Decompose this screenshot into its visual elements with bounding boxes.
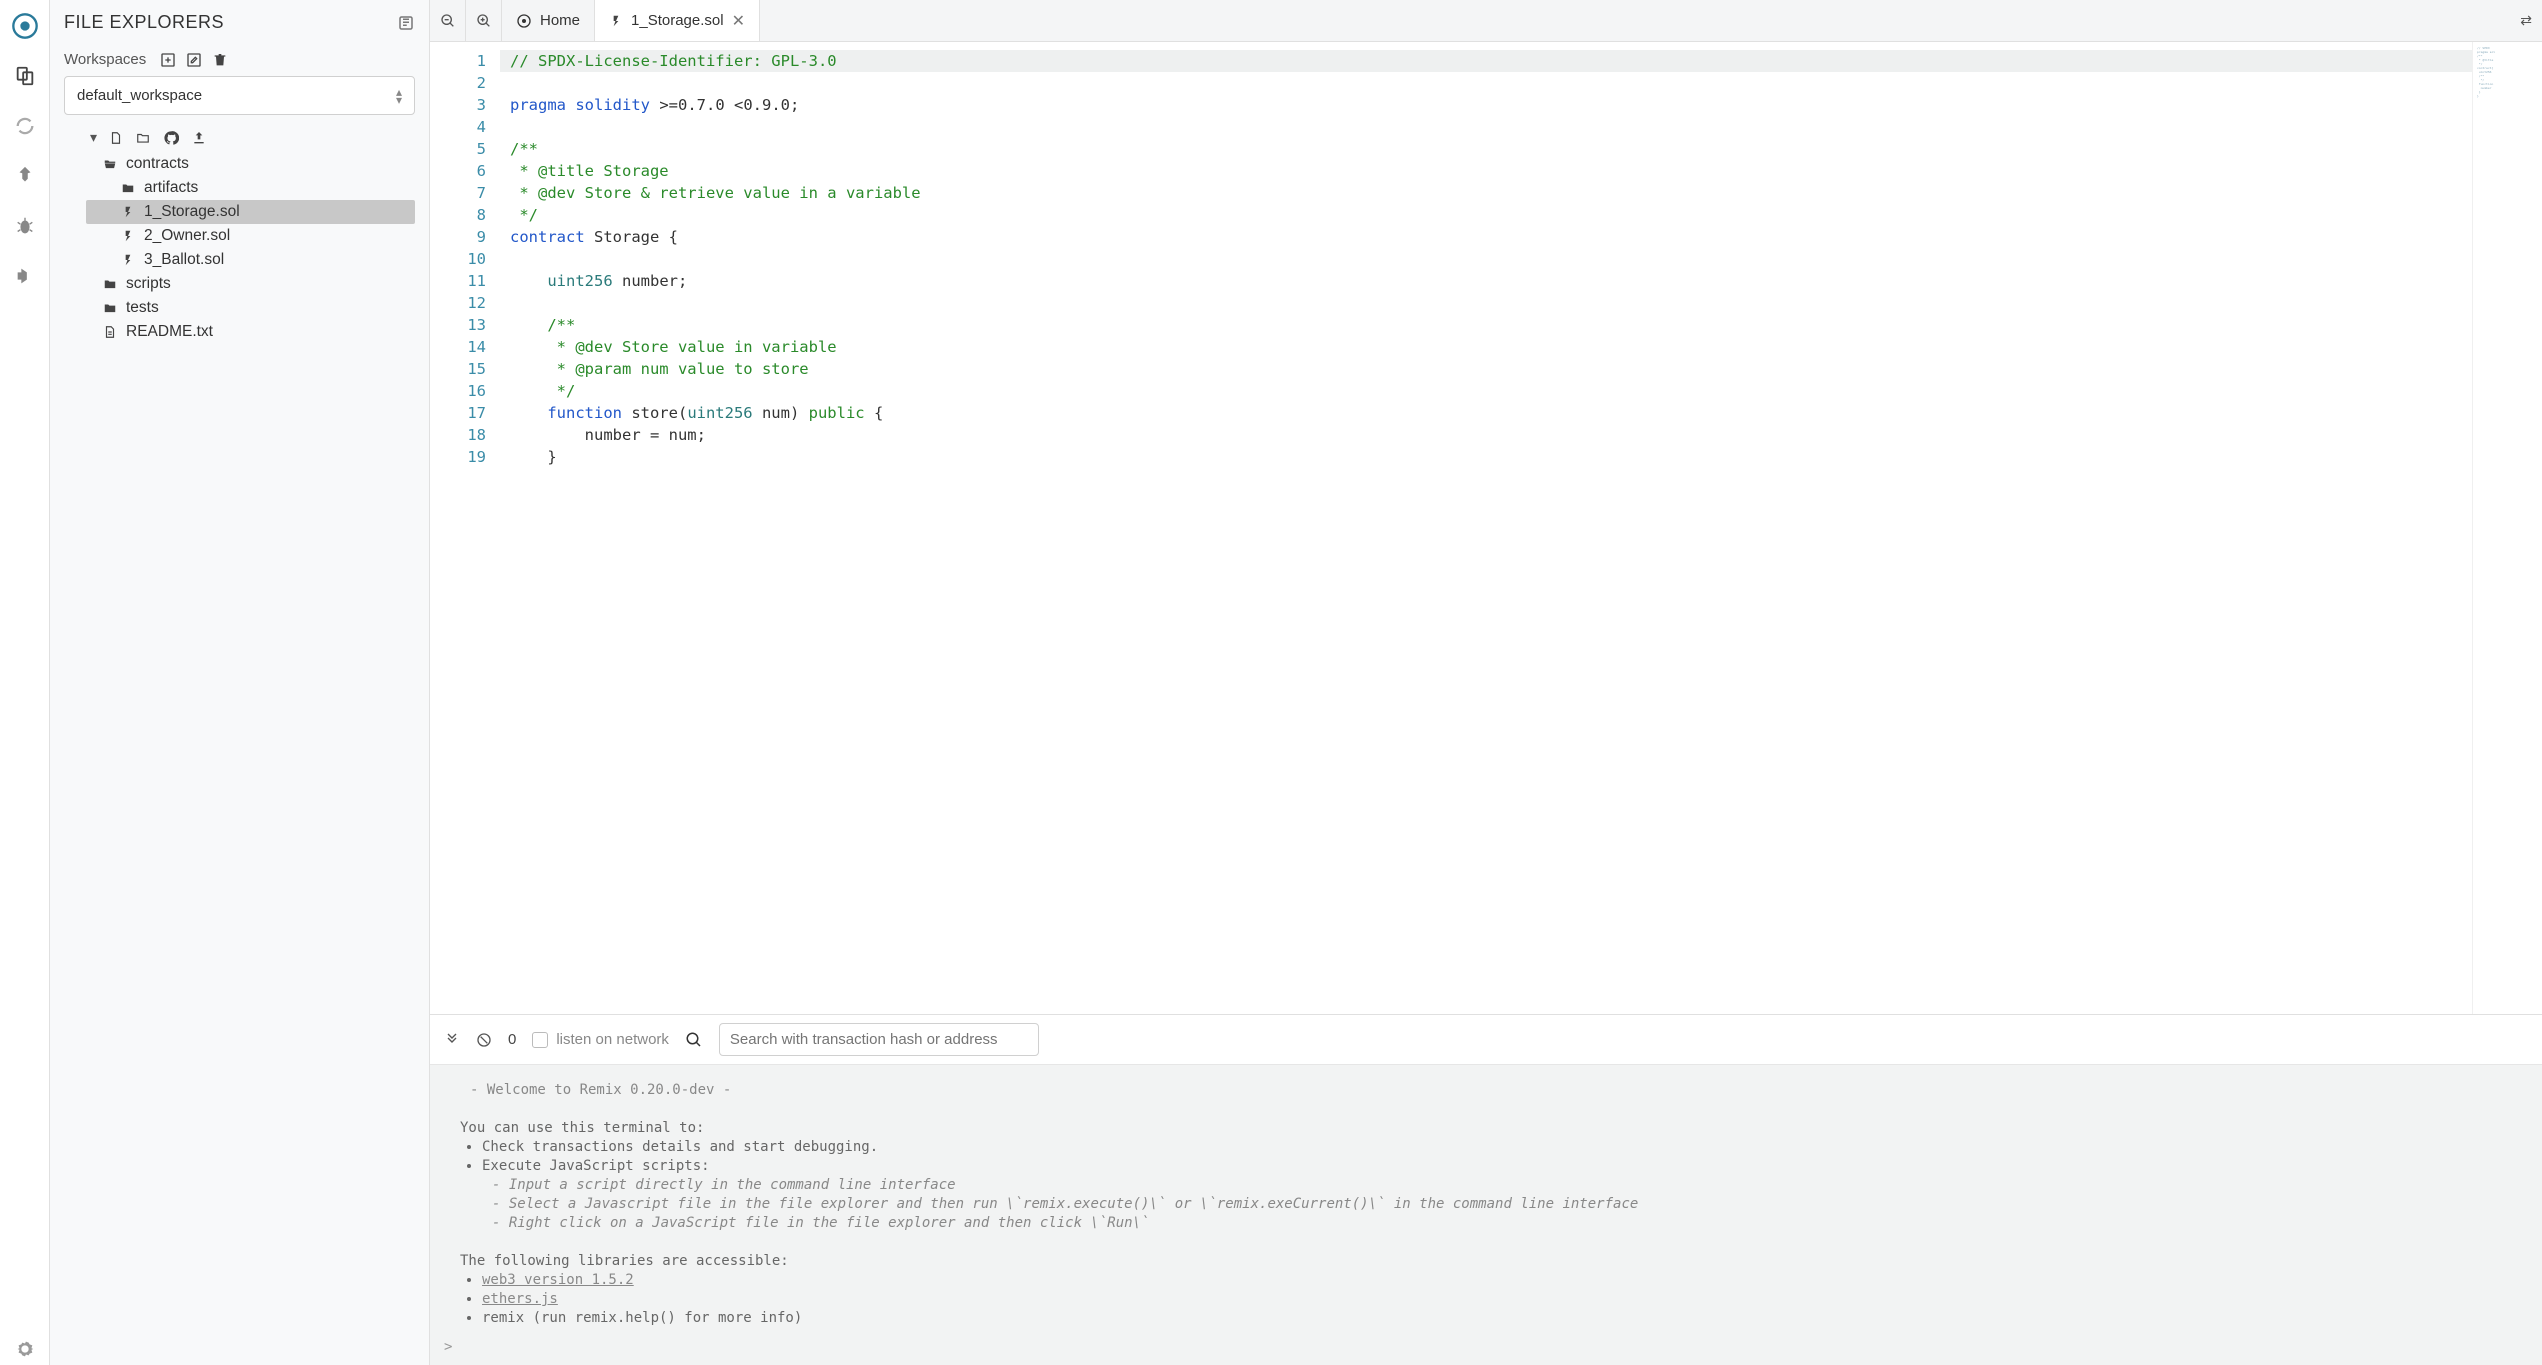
code-content[interactable]: // SPDX-License-Identifier: GPL-3.0 prag… bbox=[500, 42, 2472, 1014]
tree-item-label: artifacts bbox=[144, 179, 198, 197]
home-icon bbox=[516, 13, 532, 29]
folder-icon bbox=[120, 181, 136, 195]
workspaces-label: Workspaces bbox=[64, 51, 146, 68]
tree-item-label: 2_Owner.sol bbox=[144, 227, 230, 245]
file-icon bbox=[102, 325, 118, 339]
main-area: Home 1_Storage.sol ✕ ⇄ 123456789101112131… bbox=[430, 0, 2542, 1365]
tree-collapse-icon[interactable]: ▾ bbox=[90, 129, 97, 146]
search-icon[interactable] bbox=[685, 1031, 703, 1049]
panel-title: FILE EXPLORERS bbox=[64, 12, 224, 33]
code-editor[interactable]: 12345678910111213141516171819 // SPDX-Li… bbox=[430, 42, 2542, 1014]
terminal-hint: - Select a Javascript file in the file e… bbox=[492, 1195, 2512, 1214]
terminal-libs-intro: The following libraries are accessible: bbox=[460, 1252, 2512, 1271]
listen-network-checkbox[interactable] bbox=[532, 1032, 548, 1048]
tab-file[interactable]: 1_Storage.sol ✕ bbox=[595, 0, 760, 41]
tree-item[interactable]: contracts bbox=[86, 152, 415, 176]
delete-workspace-icon[interactable] bbox=[212, 52, 228, 68]
tree-item[interactable]: scripts bbox=[86, 272, 415, 296]
terminal-lib: web3 version 1.5.2 bbox=[482, 1271, 2512, 1290]
folder-icon bbox=[102, 277, 118, 291]
terminal-prompt[interactable]: > bbox=[430, 1335, 2542, 1365]
file-tree: contracts artifacts 1_Storage.sol 2_Owner.s… bbox=[64, 152, 415, 344]
workspace-selected-value: default_workspace bbox=[77, 87, 202, 104]
file-explorer-icon[interactable] bbox=[9, 60, 41, 92]
tree-item[interactable]: 2_Owner.sol bbox=[86, 224, 415, 248]
new-file-icon[interactable] bbox=[109, 131, 123, 145]
new-folder-icon[interactable] bbox=[135, 131, 151, 145]
deploy-icon[interactable] bbox=[9, 160, 41, 192]
tree-item[interactable]: 1_Storage.sol bbox=[86, 200, 415, 224]
tree-item-label: tests bbox=[126, 299, 159, 317]
tree-item[interactable]: artifacts bbox=[86, 176, 415, 200]
plugin-manager-icon[interactable] bbox=[9, 260, 41, 292]
activity-bar bbox=[0, 0, 50, 1365]
zoom-in-icon[interactable] bbox=[466, 0, 502, 42]
tab-home-label: Home bbox=[540, 12, 580, 29]
tree-item-label: scripts bbox=[126, 275, 171, 293]
terminal-bullet: Execute JavaScript scripts: bbox=[482, 1157, 2512, 1176]
tab-home[interactable]: Home bbox=[502, 0, 595, 41]
listen-network-label: listen on network bbox=[556, 1031, 669, 1048]
sol-icon bbox=[120, 205, 136, 219]
upload-icon[interactable] bbox=[191, 130, 207, 146]
terminal-intro: You can use this terminal to: bbox=[460, 1119, 2512, 1138]
tree-item-label: 3_Ballot.sol bbox=[144, 251, 224, 269]
tree-item[interactable]: 3_Ballot.sol bbox=[86, 248, 415, 272]
terminal-lib: remix (run remix.help() for more info) bbox=[482, 1309, 2512, 1328]
folder-icon bbox=[102, 301, 118, 315]
tree-item-label: README.txt bbox=[126, 323, 213, 341]
logo-icon[interactable] bbox=[9, 10, 41, 42]
tree-item[interactable]: README.txt bbox=[86, 320, 415, 344]
terminal-output[interactable]: - Welcome to Remix 0.20.0-dev - You can … bbox=[430, 1065, 2542, 1335]
workspace-select[interactable]: default_workspace ▴▾ bbox=[64, 76, 415, 115]
terminal-welcome: - Welcome to Remix 0.20.0-dev - bbox=[460, 1081, 2512, 1100]
tab-label: 1_Storage.sol bbox=[631, 12, 724, 29]
tree-item-label: contracts bbox=[126, 155, 189, 173]
line-gutter: 12345678910111213141516171819 bbox=[430, 42, 500, 1014]
github-icon[interactable] bbox=[163, 130, 179, 146]
panel-collapse-icon[interactable] bbox=[397, 14, 415, 32]
terminal-lib: ethers.js bbox=[482, 1290, 2512, 1309]
close-icon[interactable]: ✕ bbox=[732, 11, 745, 31]
tree-item-label: 1_Storage.sol bbox=[144, 203, 240, 221]
terminal-lib-link[interactable]: ethers.js bbox=[482, 1291, 558, 1307]
folder-open-icon bbox=[102, 157, 118, 171]
pending-tx-count: 0 bbox=[508, 1031, 516, 1048]
rename-workspace-icon[interactable] bbox=[186, 52, 202, 68]
debugger-icon[interactable] bbox=[9, 210, 41, 242]
terminal-toggle-icon[interactable] bbox=[444, 1032, 460, 1048]
terminal-clear-icon[interactable] bbox=[476, 1032, 492, 1048]
minimap[interactable]: // SPDX pragma sol /** * @title */ contr… bbox=[2472, 42, 2542, 1014]
terminal-hint: - Input a script directly in the command… bbox=[492, 1176, 2512, 1195]
sol-icon bbox=[120, 229, 136, 243]
terminal-panel: 0 listen on network - Welcome to Remix 0… bbox=[430, 1014, 2542, 1365]
file-explorer-panel: FILE EXPLORERS Workspaces default_worksp… bbox=[50, 0, 430, 1365]
terminal-lib-link[interactable]: web3 version 1.5.2 bbox=[482, 1272, 634, 1288]
chevron-updown-icon: ▴▾ bbox=[396, 88, 402, 104]
terminal-bullet: Check transactions details and start deb… bbox=[482, 1138, 2512, 1157]
terminal-toolbar: 0 listen on network bbox=[430, 1015, 2542, 1065]
add-workspace-icon[interactable] bbox=[160, 52, 176, 68]
tree-toolbar: ▾ bbox=[64, 129, 415, 146]
terminal-search-input[interactable] bbox=[719, 1023, 1039, 1056]
settings-icon[interactable] bbox=[9, 1333, 41, 1365]
tabs-expand-icon[interactable]: ⇄ bbox=[2510, 12, 2542, 29]
sol-icon bbox=[120, 253, 136, 267]
compiler-icon[interactable] bbox=[9, 110, 41, 142]
sol-icon bbox=[609, 14, 623, 28]
tree-item[interactable]: tests bbox=[86, 296, 415, 320]
terminal-hint: - Right click on a JavaScript file in th… bbox=[492, 1214, 2512, 1233]
zoom-out-icon[interactable] bbox=[430, 0, 466, 42]
editor-tabs: Home 1_Storage.sol ✕ ⇄ bbox=[430, 0, 2542, 42]
